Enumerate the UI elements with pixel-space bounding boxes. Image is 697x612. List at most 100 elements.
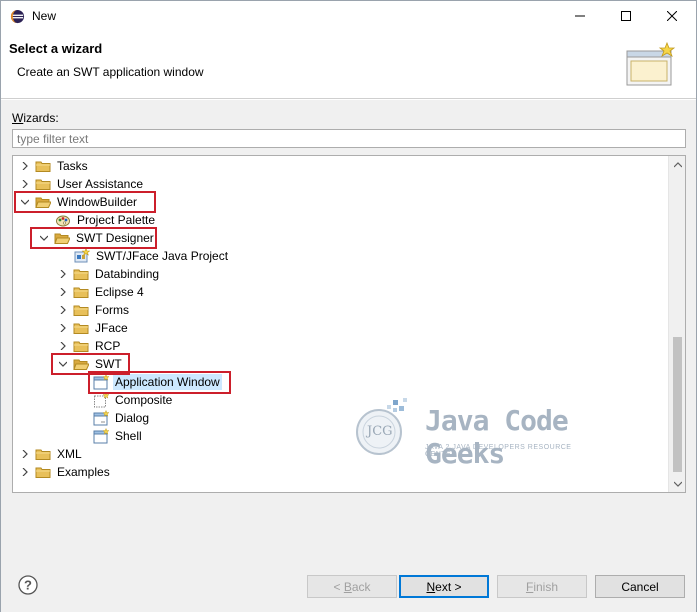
tree-item-label: Application Window <box>113 374 222 390</box>
chevron-down-icon[interactable] <box>57 355 69 373</box>
cancel-button-label: Cancel <box>621 579 659 594</box>
tree-item-databinding[interactable]: Databinding <box>57 265 161 283</box>
dialog-icon <box>93 410 109 426</box>
tree-item-label: RCP <box>95 339 121 353</box>
chevron-down-icon[interactable] <box>38 229 50 247</box>
wizards-label-mnemonic: W <box>12 111 24 125</box>
shell-icon <box>93 428 109 444</box>
tree-item-label: Composite <box>115 393 173 407</box>
close-icon <box>667 11 677 21</box>
tree-item-application-window[interactable]: Application Window <box>93 373 222 391</box>
palette-icon <box>56 215 70 227</box>
tree-item-label: Shell <box>115 429 142 443</box>
eclipse-icon <box>10 9 25 24</box>
help-icon[interactable]: ? <box>18 575 38 595</box>
tree-item-swt[interactable]: SWT <box>57 355 124 373</box>
tree-item-label: WindowBuilder <box>57 195 138 209</box>
filter-input[interactable] <box>12 129 686 148</box>
chevron-right-icon[interactable] <box>57 265 69 283</box>
tree-item-label: Project Palette <box>77 213 156 227</box>
tree-item-jface[interactable]: JFace <box>57 319 130 337</box>
tree-item-windowbuilder[interactable]: WindowBuilder <box>19 193 139 211</box>
chevron-right-icon[interactable] <box>57 319 69 337</box>
maximize-button[interactable] <box>603 1 649 31</box>
folder-icon <box>35 467 51 478</box>
tree-item-label: SWT/JFace Java Project <box>96 249 229 263</box>
folder-icon <box>35 161 51 172</box>
minimize-button[interactable] <box>557 1 603 31</box>
tree-item-label: User Assistance <box>57 177 144 191</box>
maximize-icon <box>621 11 631 21</box>
jcg-tagline: JAVA 2 JAVA DEVELOPERS RESOURCE CENTER <box>425 444 572 458</box>
scroll-down-button[interactable] <box>669 475 685 492</box>
chevron-right-icon[interactable] <box>19 463 31 481</box>
folder-open-icon <box>35 197 51 208</box>
tree-item-label: Examples <box>57 465 110 479</box>
folder-icon <box>73 269 89 280</box>
new-wizard-dialog: New Select a wizard Create an SWT applic… <box>0 0 697 612</box>
tree-item-swt-jface-java-project[interactable]: SWT/JFace Java Project <box>74 247 230 265</box>
chevron-down-icon <box>673 481 682 487</box>
back-button-rest: ack <box>351 579 371 594</box>
tree-item-label: XML <box>57 447 82 461</box>
chevron-right-icon[interactable] <box>57 283 69 301</box>
banner-heading: Select a wizard <box>9 41 103 56</box>
tree-item-label: SWT Designer <box>76 231 154 245</box>
tree-item-label: Tasks <box>57 159 88 173</box>
tree-vertical-scrollbar[interactable] <box>668 156 685 492</box>
finish-button-rest: inish <box>533 579 559 594</box>
chevron-right-icon[interactable] <box>57 337 69 355</box>
tree-item-rcp[interactable]: RCP <box>57 337 122 355</box>
java-project-icon <box>74 248 90 263</box>
close-button[interactable] <box>649 1 695 31</box>
back-button[interactable]: < Back <box>307 575 397 598</box>
title-bar: New <box>1 1 696 31</box>
tree-item-swt-designer[interactable]: SWT Designer <box>38 229 156 247</box>
jcg-logo-text: JCG <box>367 424 393 439</box>
tree-item-dialog[interactable]: Dialog <box>93 409 151 427</box>
tree-item-composite[interactable]: Composite <box>93 391 174 409</box>
jcg-brand-text: Java Code Geeks <box>425 404 569 470</box>
tree-item-label: Eclipse 4 <box>95 285 144 299</box>
tree-item-tasks[interactable]: Tasks <box>19 157 90 175</box>
tree-item-user-assistance[interactable]: User Assistance <box>19 175 145 193</box>
scroll-thumb[interactable] <box>673 337 682 472</box>
chevron-up-icon <box>673 161 682 167</box>
folder-open-icon <box>73 359 89 370</box>
wizard-tree[interactable]: Tasks User Assistance WindowBuilder Proj… <box>12 155 686 493</box>
tree-item-label: Dialog <box>115 411 150 425</box>
next-button-rest: ext > <box>435 579 462 594</box>
java-code-geeks-watermark: JCG Java Code Geeks JAVA 2 JAVA DEVELOPE… <box>353 396 603 470</box>
tree-item-shell[interactable]: Shell <box>93 427 144 445</box>
scroll-up-button[interactable] <box>669 156 685 173</box>
chevron-down-icon[interactable] <box>19 193 31 211</box>
tree-item-xml[interactable]: XML <box>19 445 84 463</box>
next-button[interactable]: Next > <box>399 575 489 598</box>
cancel-button[interactable]: Cancel <box>595 575 685 598</box>
application-window-icon <box>93 374 109 390</box>
tree-item-eclipse-4[interactable]: Eclipse 4 <box>57 283 146 301</box>
finish-button[interactable]: Finish <box>497 575 587 598</box>
tree-item-forms[interactable]: Forms <box>57 301 131 319</box>
folder-icon <box>73 305 89 316</box>
window-title: New <box>32 9 57 23</box>
back-button-mnemonic: B <box>343 579 352 594</box>
tree-item-label: Forms <box>95 303 129 317</box>
folder-icon <box>35 449 51 460</box>
wizard-footer: ? < Back Next > Finish Cancel <box>1 565 696 612</box>
composite-icon <box>94 392 109 408</box>
folder-icon <box>73 323 89 334</box>
chevron-right-icon[interactable] <box>19 445 31 463</box>
svg-text:?: ? <box>24 578 32 593</box>
folder-icon <box>73 287 89 298</box>
chevron-right-icon[interactable] <box>19 157 31 175</box>
new-wizard-banner-icon <box>626 41 676 86</box>
tree-item-project-palette[interactable]: Project Palette <box>55 211 157 229</box>
folder-open-icon <box>54 233 70 244</box>
wizards-label: Wizards: <box>12 111 59 125</box>
chevron-right-icon[interactable] <box>19 175 31 193</box>
tree-item-label: Databinding <box>95 267 160 281</box>
folder-icon <box>73 341 89 352</box>
tree-item-examples[interactable]: Examples <box>19 463 112 481</box>
chevron-right-icon[interactable] <box>57 301 69 319</box>
